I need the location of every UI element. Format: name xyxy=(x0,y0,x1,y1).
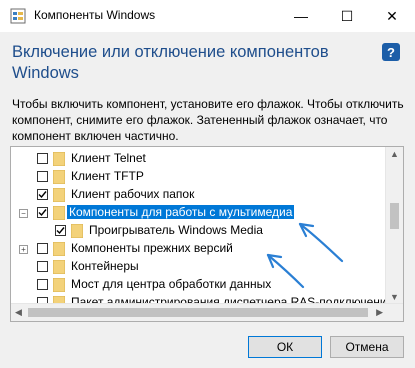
checkbox[interactable] xyxy=(37,243,48,254)
title-bar: Компоненты Windows — ☐ ✕ xyxy=(0,0,415,32)
tree-item-label: Клиент TFTP xyxy=(71,169,144,183)
folder-icon xyxy=(53,206,65,220)
tree-item-tftp-client[interactable]: Клиент TFTP xyxy=(11,168,403,186)
scroll-up-icon[interactable]: ▲ xyxy=(390,149,399,159)
checkbox-checked[interactable] xyxy=(37,207,48,218)
scroll-left-icon[interactable]: ◀ xyxy=(15,307,22,318)
tree-item-telnet-client[interactable]: Клиент Telnet xyxy=(11,150,403,168)
checkbox[interactable] xyxy=(37,279,48,290)
help-icon[interactable]: ? xyxy=(382,43,400,61)
folder-icon xyxy=(53,188,65,202)
tree-item-label: Контейнеры xyxy=(71,259,139,273)
tree-item-legacy-components[interactable]: + Компоненты прежних версий xyxy=(11,240,403,258)
folder-icon xyxy=(53,242,65,256)
tree-item-windows-media-player[interactable]: Проигрыватель Windows Media xyxy=(11,222,403,240)
folder-icon xyxy=(71,224,83,238)
scroll-right-icon[interactable]: ▶ xyxy=(376,307,383,318)
window-title: Компоненты Windows xyxy=(34,8,156,22)
close-button[interactable]: ✕ xyxy=(369,0,415,32)
tree-item-label: Проигрыватель Windows Media xyxy=(89,223,263,237)
horizontal-scrollbar[interactable]: ◀ ▶ xyxy=(11,303,403,321)
folder-icon xyxy=(53,170,65,184)
vertical-scrollbar[interactable]: ▲ ▼ xyxy=(385,147,403,321)
checkbox[interactable] xyxy=(37,153,48,164)
tree-item-dcb[interactable]: Мост для центра обработки данных xyxy=(11,276,403,294)
tree-item-containers[interactable]: Контейнеры xyxy=(11,258,403,276)
instructions-text: Чтобы включить компонент, установите его… xyxy=(12,97,404,143)
collapse-icon[interactable]: − xyxy=(19,209,28,218)
folder-icon xyxy=(53,152,65,166)
minimize-button[interactable]: — xyxy=(278,0,324,32)
checkmark-icon xyxy=(38,209,47,217)
folder-icon xyxy=(53,278,65,292)
checkbox-checked[interactable] xyxy=(55,225,66,236)
checkbox[interactable] xyxy=(37,261,48,272)
window-app-icon xyxy=(10,8,26,24)
tree-item-label: Мост для центра обработки данных xyxy=(71,277,272,291)
maximize-button[interactable]: ☐ xyxy=(324,0,370,32)
features-tree[interactable]: Клиент Telnet Клиент TFTP Клиент рабочих… xyxy=(10,146,404,322)
scroll-down-icon[interactable]: ▼ xyxy=(390,292,399,302)
tree-item-label: Клиент рабочих папок xyxy=(71,187,195,201)
tree-item-label: Компоненты для работы с мультимедиа xyxy=(67,205,295,219)
checkmark-icon xyxy=(38,191,47,199)
tree-item-media-features[interactable]: − Компоненты для работы с мультимедиа xyxy=(11,204,403,222)
checkmark-icon xyxy=(56,227,65,235)
page-title: Включение или отключение компонентов Win… xyxy=(12,43,329,82)
checkbox[interactable] xyxy=(37,171,48,182)
checkbox-checked[interactable] xyxy=(37,189,48,200)
tree-item-label: Клиент Telnet xyxy=(71,151,146,165)
expand-icon[interactable]: + xyxy=(19,245,28,254)
scrollbar-thumb[interactable] xyxy=(28,308,368,317)
ok-button[interactable]: ОК xyxy=(248,336,322,358)
tree-item-work-folders-client[interactable]: Клиент рабочих папок xyxy=(11,186,403,204)
cancel-button[interactable]: Отмена xyxy=(330,336,404,358)
folder-icon xyxy=(53,260,65,274)
scrollbar-thumb[interactable] xyxy=(390,203,399,229)
tree-item-label: Компоненты прежних версий xyxy=(71,241,233,255)
